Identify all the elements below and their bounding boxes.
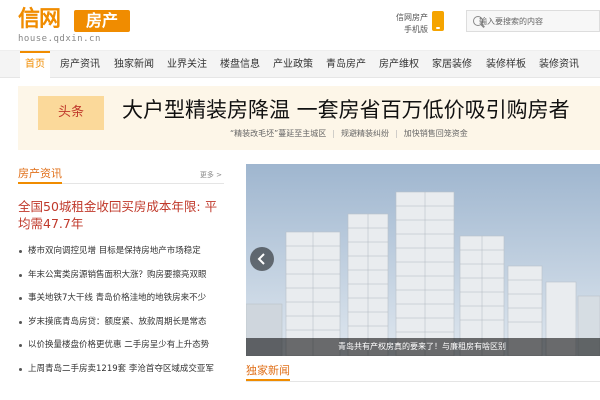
nav-item-samples[interactable]: 装修样板 [486, 51, 526, 78]
carousel-caption-bar: 青岛共有产权房真的要来了！与廉租房有啥区别 [246, 338, 600, 356]
logo-wordmark: 信网 [18, 7, 61, 32]
nav-item-decor-news[interactable]: 装修资讯 [539, 51, 579, 78]
divider: | [332, 129, 335, 138]
exclusive-section-header: 独家新闻 [246, 362, 600, 382]
mobile-version-link[interactable]: 信网房产 手机版 [388, 12, 428, 36]
search-input[interactable] [479, 13, 599, 30]
bullet-icon [19, 250, 22, 253]
news-title: 事关地铁7大干线 青岛价格洼地的地铁房来不少 [28, 293, 207, 304]
list-item[interactable]: 楼市双向调控见增 目标是保持房地产市场稳定 [18, 245, 224, 269]
news-list: 楼市双向调控见增 目标是保持房地产市场稳定 年末公寓类房源销售面积大涨？购房要擦… [18, 245, 224, 387]
news-column: 房产资讯 更多 > 全国50城租金收回买房成本年限: 平均需47.7年 楼市双向… [18, 164, 224, 400]
nav-item-news[interactable]: 房产资讯 [60, 51, 100, 78]
logo-url: house.qdxin.cn [18, 34, 101, 44]
bullet-icon [19, 320, 22, 324]
bullet-icon [19, 344, 22, 348]
more-link[interactable]: 更多 > [200, 170, 222, 180]
carousel-caption[interactable]: 青岛共有产权房真的要来了！与廉租房有啥区别 [338, 341, 506, 353]
nav-item-rights[interactable]: 房产维权 [379, 51, 419, 78]
news-section-title[interactable]: 房产资讯 [18, 166, 62, 184]
list-item[interactable]: 事关地铁7大干线 青岛价格洼地的地铁房来不少 [18, 292, 224, 316]
headline-sub-3[interactable]: 加快销售回笼资金 [404, 129, 468, 138]
news-title: 上周青岛二手房卖1219套 李沧首夺区域成交亚军 [28, 363, 214, 374]
headline-badge: 头条 [38, 96, 104, 130]
nav-item-listings[interactable]: 楼盘信息 [220, 51, 260, 78]
nav-item-policy[interactable]: 产业政策 [273, 51, 313, 78]
headline-banner: 头条 大户型精装房降温 一套房省百万低价吸引购房者 “精装改毛坯”蔓延至主城区 |… [18, 86, 600, 150]
photo-carousel[interactable]: 青岛共有产权房真的要来了！与廉租房有啥区别 [246, 164, 600, 356]
site-header: 信网 房产 house.qdxin.cn 信网房产 手机版 [0, 0, 600, 48]
list-item[interactable]: 岁末摸底青岛房贷：额度紧、放款周期长是常态 [18, 316, 224, 340]
news-title: 楼市双向调控见增 目标是保持房地产市场稳定 [28, 246, 201, 256]
news-section-header: 房产资讯 更多 > [18, 164, 224, 184]
chevron-left-icon [257, 253, 265, 265]
list-item[interactable]: 年末公寓类房源销售面积大涨？购房要擦亮双眼 [18, 269, 224, 293]
nav-item-decor[interactable]: 家居装修 [432, 51, 472, 78]
headline-sub-1[interactable]: “精装改毛坯”蔓延至主城区 [230, 129, 326, 138]
list-item[interactable]: 上周青岛二手房卖1219套 李沧首夺区域成交亚军 [18, 363, 224, 387]
site-logo[interactable]: 信网 房产 house.qdxin.cn [18, 7, 130, 45]
exclusive-section-title[interactable]: 独家新闻 [246, 363, 290, 381]
headline-title[interactable]: 大户型精装房降温 一套房省百万低价吸引购房者 [122, 96, 570, 124]
headline-sub-2[interactable]: 规避精装纠纷 [341, 129, 389, 138]
logo-badge: 房产 [74, 10, 130, 32]
search-box [466, 10, 600, 32]
nav-item-home[interactable]: 首页 [20, 51, 50, 78]
nav-item-exclusive[interactable]: 独家新闻 [114, 51, 154, 78]
bullet-icon [19, 297, 22, 301]
news-title: 岁末摸底青岛房贷：额度紧、放款周期长是常态 [28, 316, 207, 327]
mobile-line-2: 手机版 [404, 25, 428, 34]
nav-item-qingdao[interactable]: 青岛房产 [326, 51, 366, 78]
bullet-icon [19, 367, 22, 371]
main-nav: 首页 房产资讯 独家新闻 业界关注 楼盘信息 产业政策 青岛房产 房产维权 家居… [0, 50, 600, 78]
lead-news-link[interactable]: 全国50城租金收回买房成本年限: 平均需47.7年 [18, 198, 224, 232]
bullet-icon [19, 273, 22, 277]
carousel-image [246, 164, 600, 356]
nav-item-industry[interactable]: 业界关注 [167, 51, 207, 78]
phone-icon[interactable] [432, 11, 444, 31]
divider: | [395, 129, 398, 138]
news-title: 年末公寓类房源销售面积大涨？购房要擦亮双眼 [28, 269, 207, 280]
news-title: 以价换量楼盘价格更优惠 二手房呈少有上升态势 [28, 340, 210, 351]
list-item[interactable]: 以价换量楼盘价格更优惠 二手房呈少有上升态势 [18, 339, 224, 363]
headline-sublinks: “精装改毛坯”蔓延至主城区 | 规避精装纠纷 | 加快销售回笼资金 [230, 128, 468, 140]
mobile-line-1: 信网房产 [396, 13, 428, 22]
carousel-prev-button[interactable] [250, 247, 274, 271]
